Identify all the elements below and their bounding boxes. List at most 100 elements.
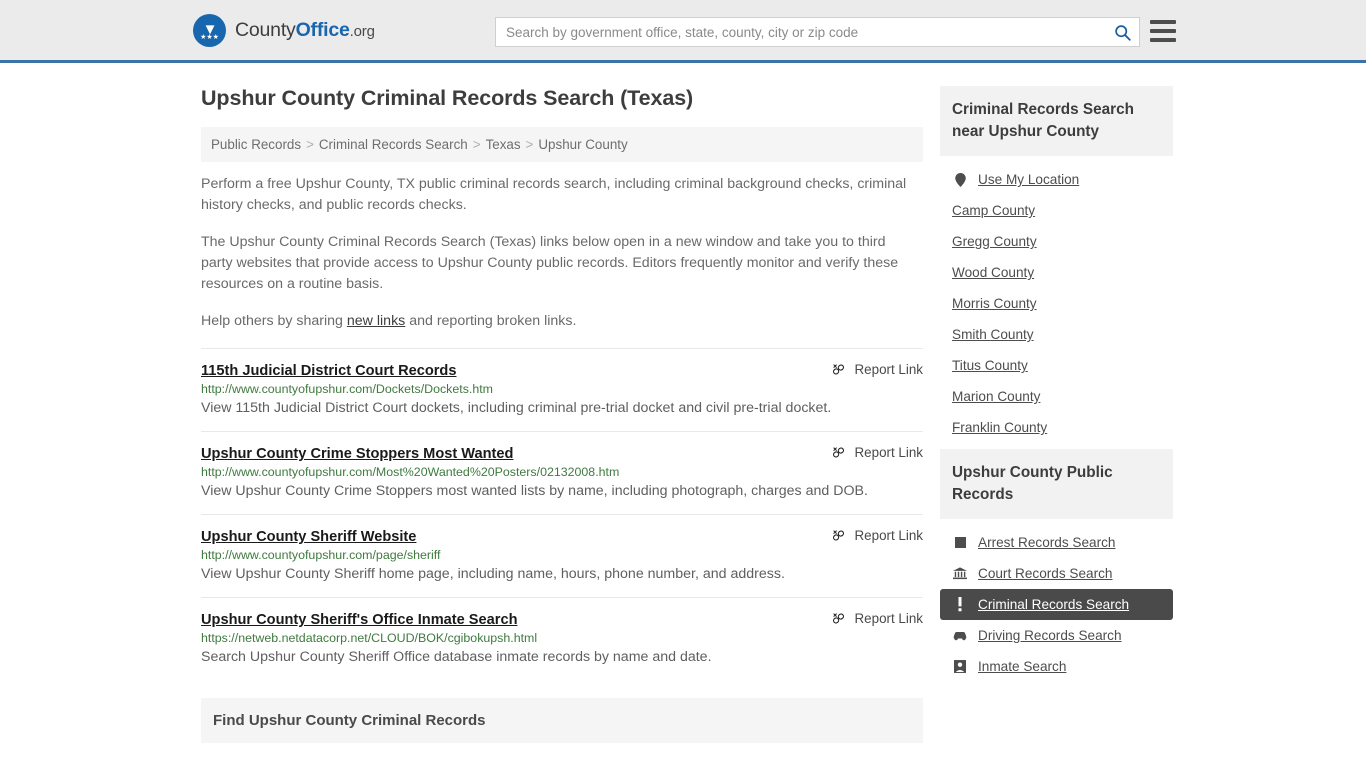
sidebar-item-label[interactable]: Driving Records Search <box>978 628 1122 643</box>
map-pin-icon <box>952 172 968 187</box>
sidebar-item-label[interactable]: Criminal Records Search <box>978 597 1129 612</box>
sidebar-item-label[interactable]: Court Records Search <box>978 566 1112 581</box>
sidebar-item-gregg-county[interactable]: Gregg County <box>940 226 1173 257</box>
sidebar-item-label[interactable]: Franklin County <box>952 420 1047 435</box>
nearby-counties-heading: Criminal Records Search near Upshur Coun… <box>940 86 1173 156</box>
breadcrumb: Public Records > Criminal Records Search > T… <box>201 127 923 162</box>
result-title-link[interactable]: Upshur County Crime Stoppers Most Wanted <box>201 446 513 462</box>
logo-text-org: .org <box>349 22 375 40</box>
breadcrumb-item-criminal-records-search[interactable]: Criminal Records Search <box>319 137 468 152</box>
sidebar-item-label[interactable]: Use My Location <box>978 172 1079 187</box>
results-list: 115th Judicial District Court Records ht… <box>201 348 923 680</box>
sidebar-item-label[interactable]: Camp County <box>952 203 1035 218</box>
sidebar-item-label[interactable]: Inmate Search <box>978 659 1066 674</box>
site-header: ▼ ★★★ CountyOffice.org <box>0 0 1366 63</box>
logo-wordmark: CountyOffice.org <box>235 19 375 42</box>
inmate-icon <box>952 660 968 673</box>
intro-text-after-link: and reporting broken links. <box>405 313 577 329</box>
sidebar-item-label[interactable]: Gregg County <box>952 234 1037 249</box>
public-records-list: Arrest Records Search Court Records Sear… <box>940 519 1173 682</box>
report-link-button[interactable]: Report Link <box>831 528 923 543</box>
search-icon <box>1114 24 1131 41</box>
table-row: 115th Judicial District Court Records ht… <box>201 348 923 431</box>
report-link-label: Report Link <box>854 445 923 460</box>
result-description: View 115th Judicial District Court docke… <box>201 400 832 416</box>
sidebar-item-criminal-records-search[interactable]: Criminal Records Search <box>940 589 1173 620</box>
sidebar-item-label[interactable]: Titus County <box>952 358 1028 373</box>
intro-paragraph-1: Perform a free Upshur County, TX public … <box>201 176 907 213</box>
result-title-link[interactable]: 115th Judicial District Court Records <box>201 363 456 379</box>
find-records-heading: Find Upshur County Criminal Records <box>213 712 486 729</box>
sidebar-item-franklin-county[interactable]: Franklin County <box>940 412 1173 443</box>
hamburger-menu-icon[interactable] <box>1150 20 1176 42</box>
hamburger-bar <box>1150 29 1176 33</box>
broken-link-icon <box>831 611 846 626</box>
report-link-button[interactable]: Report Link <box>831 445 923 460</box>
sidebar: Criminal Records Search near Upshur Coun… <box>940 86 1173 743</box>
report-link-button[interactable]: Report Link <box>831 362 923 377</box>
result-url[interactable]: https://netweb.netdatacorp.net/CLOUD/BOK… <box>201 631 923 645</box>
breadcrumb-separator: > <box>472 137 481 152</box>
page-title: Upshur County Criminal Records Search (T… <box>201 86 694 110</box>
sidebar-item-wood-county[interactable]: Wood County <box>940 257 1173 288</box>
result-url[interactable]: http://www.countyofupshur.com/Most%20Wan… <box>201 465 923 479</box>
result-url[interactable]: http://www.countyofupshur.com/page/sheri… <box>201 548 923 562</box>
new-links-link[interactable]: new links <box>347 313 405 329</box>
sidebar-item-titus-county[interactable]: Titus County <box>940 350 1173 381</box>
intro-paragraph-2: The Upshur County Criminal Records Searc… <box>201 234 899 292</box>
broken-link-icon <box>831 445 846 460</box>
sidebar-item-smith-county[interactable]: Smith County <box>940 319 1173 350</box>
breadcrumb-separator: > <box>306 137 314 152</box>
sidebar-item-label[interactable]: Smith County <box>952 327 1034 342</box>
result-description: Search Upshur County Sheriff Office data… <box>201 649 712 665</box>
courthouse-icon <box>952 567 968 580</box>
sidebar-item-use-my-location[interactable]: Use My Location <box>940 164 1173 195</box>
eagle-stars-emblem-icon: ▼ ★★★ <box>193 13 226 47</box>
logo-text-county: County <box>235 18 296 41</box>
breadcrumb-item-upshur-county[interactable]: Upshur County <box>538 137 627 152</box>
hamburger-bar <box>1150 20 1176 24</box>
square-icon <box>952 537 968 548</box>
sidebar-item-label[interactable]: Arrest Records Search <box>978 535 1116 550</box>
breadcrumb-item-public-records[interactable]: Public Records <box>211 137 301 152</box>
sidebar-item-court-records-search[interactable]: Court Records Search <box>940 558 1173 589</box>
nearby-counties-box: Criminal Records Search near Upshur Coun… <box>940 86 1173 443</box>
sidebar-item-label[interactable]: Marion County <box>952 389 1040 404</box>
sidebar-item-morris-county[interactable]: Morris County <box>940 288 1173 319</box>
intro-text-before-link: Help others by sharing <box>201 313 347 329</box>
sidebar-item-label[interactable]: Morris County <box>952 296 1037 311</box>
hamburger-bar <box>1150 38 1176 42</box>
result-title-link[interactable]: Upshur County Sheriff's Office Inmate Se… <box>201 612 518 628</box>
sidebar-item-inmate-search[interactable]: Inmate Search <box>940 651 1173 682</box>
search-bar <box>495 17 1140 47</box>
table-row: Upshur County Sheriff's Office Inmate Se… <box>201 597 923 680</box>
report-link-label: Report Link <box>854 362 923 377</box>
search-button[interactable] <box>1105 18 1139 46</box>
exclamation-icon <box>952 597 968 612</box>
sidebar-item-marion-county[interactable]: Marion County <box>940 381 1173 412</box>
report-link-button[interactable]: Report Link <box>831 611 923 626</box>
find-records-section: Find Upshur County Criminal Records <box>201 698 923 743</box>
main-content: Upshur County Criminal Records Search (T… <box>193 86 928 743</box>
result-title-link[interactable]: Upshur County Sheriff Website <box>201 529 416 545</box>
sidebar-item-arrest-records-search[interactable]: Arrest Records Search <box>940 527 1173 558</box>
table-row: Upshur County Crime Stoppers Most Wanted… <box>201 431 923 514</box>
sidebar-item-label[interactable]: Wood County <box>952 265 1034 280</box>
broken-link-icon <box>831 528 846 543</box>
sidebar-item-driving-records-search[interactable]: Driving Records Search <box>940 620 1173 651</box>
result-description: View Upshur County Sheriff home page, in… <box>201 566 785 582</box>
report-link-label: Report Link <box>854 528 923 543</box>
breadcrumb-separator: > <box>525 137 534 152</box>
result-description: View Upshur County Crime Stoppers most w… <box>201 483 868 499</box>
report-link-label: Report Link <box>854 611 923 626</box>
breadcrumb-item-texas[interactable]: Texas <box>486 137 521 152</box>
public-records-box: Upshur County Public Records Arrest Reco… <box>940 449 1173 682</box>
site-logo[interactable]: ▼ ★★★ CountyOffice.org <box>193 13 375 47</box>
sidebar-item-camp-county[interactable]: Camp County <box>940 195 1173 226</box>
logo-text-office: Office <box>295 18 350 41</box>
search-input[interactable] <box>496 18 1105 46</box>
broken-link-icon <box>831 362 846 377</box>
result-url[interactable]: http://www.countyofupshur.com/Dockets/Do… <box>201 382 923 396</box>
nearby-counties-list: Use My Location Camp County Gregg County… <box>940 156 1173 443</box>
intro-paragraph-3: Help others by sharing new links and rep… <box>201 311 919 332</box>
